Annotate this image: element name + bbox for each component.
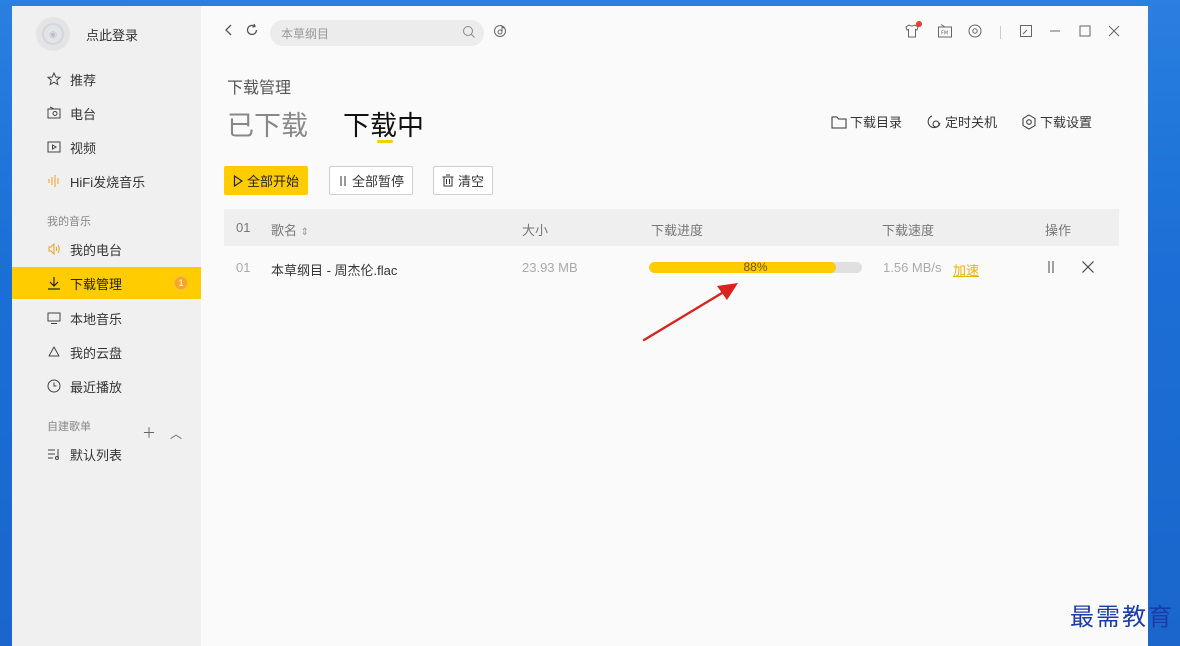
refresh-icon[interactable]: [245, 23, 259, 41]
speaker-icon: [46, 241, 62, 257]
sidebar-item-label: 推荐: [70, 72, 97, 88]
search-icon[interactable]: [462, 25, 476, 42]
start-all-label: 全部开始: [247, 174, 300, 189]
login-area[interactable]: ◉ 点此登录: [36, 16, 138, 52]
clear-button[interactable]: 清空: [433, 166, 494, 195]
radio-icon: [46, 105, 62, 121]
download-folder-label: 下载目录: [850, 115, 903, 130]
playlist-icon: [46, 446, 62, 462]
close-icon[interactable]: [1105, 22, 1123, 40]
row-size: 23.93 MB: [522, 260, 578, 275]
download-icon: [46, 275, 62, 291]
search-input[interactable]: 本草纲目: [270, 20, 484, 46]
sidebar-item-default-playlist[interactable]: 默认列表: [12, 438, 201, 470]
row-speed: 1.56 MB/s: [883, 260, 942, 275]
header-size: 大小: [522, 223, 549, 238]
folder-icon: [831, 116, 847, 128]
sidebar-item-label: 默认列表: [70, 447, 123, 463]
trash-icon: [442, 174, 454, 187]
sidebar-item-video[interactable]: 视频: [12, 131, 201, 163]
clear-label: 清空: [458, 174, 485, 189]
star-icon: [46, 71, 62, 87]
settings-icon: [1022, 113, 1036, 130]
sidebar-item-local-music[interactable]: 本地音乐: [12, 302, 201, 334]
tab-downloaded[interactable]: 已下载: [227, 104, 308, 143]
header-ops: 操作: [1045, 223, 1072, 238]
sort-icon[interactable]: ⇕: [301, 227, 309, 238]
active-tab-indicator: [377, 140, 393, 143]
mini-mode-icon[interactable]: [1017, 22, 1035, 40]
main-panel: 本草纲目 FM 下载管理 已下载 下载中 下载目录 定时关机 下载设置 全部开始…: [201, 6, 1148, 646]
section-label-my-music: 我的音乐: [47, 216, 91, 228]
watermark-text: 最需教育: [1070, 603, 1174, 631]
timed-shutdown-link[interactable]: 定时关机: [926, 112, 997, 131]
header-song-name-label: 歌名: [271, 223, 298, 238]
download-settings-link[interactable]: 下载设置: [1021, 112, 1092, 131]
row-index: 01: [236, 260, 251, 275]
video-icon: [46, 139, 62, 155]
sidebar-item-label: 电台: [70, 106, 97, 122]
section-label-playlists: 自建歌单: [47, 421, 91, 433]
header-index: 01: [236, 220, 251, 235]
sidebar-item-cloud-disk[interactable]: 我的云盘: [12, 336, 201, 368]
top-bar: 本草纲目 FM: [201, 18, 1148, 48]
sidebar-item-label: 下载管理: [70, 276, 123, 292]
tab-downloading[interactable]: 下载中: [343, 104, 424, 143]
soundwave-icon: [46, 173, 62, 189]
divider: [1000, 26, 1001, 39]
download-settings-label: 下载设置: [1040, 115, 1093, 130]
header-progress: 下载进度: [651, 223, 704, 238]
sidebar-item-recent-play[interactable]: 最近播放: [12, 370, 201, 402]
header-speed: 下载速度: [882, 223, 935, 238]
sidebar-item-label: 本地音乐: [70, 311, 123, 327]
fm-icon[interactable]: FM: [936, 22, 954, 40]
maximize-icon[interactable]: [1076, 22, 1094, 40]
download-count-badge: 1: [174, 276, 188, 290]
download-progress-bar: 88%: [649, 262, 862, 273]
notification-dot: [916, 21, 922, 27]
download-folder-link[interactable]: 下载目录: [831, 112, 902, 131]
sidebar-item-label: HiFi发烧音乐: [70, 174, 146, 190]
delete-icon[interactable]: [1081, 260, 1095, 277]
annotation-arrow: [642, 283, 738, 342]
music-recognition-icon[interactable]: [491, 22, 509, 40]
accelerate-link[interactable]: 加速: [953, 260, 979, 279]
sidebar: ◉ 点此登录 推荐 电台 视频 HiFi发烧音乐 我的音乐 我的电台 下载管理 …: [12, 6, 201, 646]
sidebar-item-label: 最近播放: [70, 379, 123, 395]
sidebar-item-radio[interactable]: 电台: [12, 97, 201, 129]
sidebar-item-hifi[interactable]: HiFi发烧音乐: [12, 165, 201, 197]
sidebar-item-download-manager[interactable]: 下载管理 1: [12, 267, 201, 299]
clock-icon: [46, 378, 62, 394]
skin-icon[interactable]: [903, 21, 922, 40]
progress-percent: 88%: [743, 262, 768, 273]
header-song-name[interactable]: 歌名 ⇕: [271, 220, 309, 239]
app-window: ◉ 点此登录 推荐 电台 视频 HiFi发烧音乐 我的音乐 我的电台 下载管理 …: [12, 6, 1148, 646]
pause-all-label: 全部暂停: [352, 174, 405, 189]
minimize-icon[interactable]: [1046, 22, 1064, 40]
start-all-button[interactable]: 全部开始: [224, 166, 309, 195]
back-icon[interactable]: [223, 23, 235, 41]
user-icon: ◉: [42, 23, 64, 45]
timer-icon: [927, 115, 941, 128]
search-placeholder: 本草纲目: [281, 26, 330, 41]
table-header: 01 歌名 ⇕ 大小 下载进度 下载速度 操作: [224, 209, 1119, 246]
page-title: 下载管理: [227, 80, 292, 97]
login-link[interactable]: 点此登录: [86, 25, 138, 44]
settings-icon[interactable]: [966, 22, 984, 40]
pause-icon: [340, 175, 346, 186]
avatar[interactable]: ◉: [36, 17, 70, 51]
pause-all-button[interactable]: 全部暂停: [329, 166, 414, 195]
sidebar-item-label: 视频: [70, 140, 97, 156]
sidebar-item-my-radio[interactable]: 我的电台: [12, 233, 201, 265]
timed-shutdown-label: 定时关机: [945, 115, 998, 130]
sidebar-item-recommend[interactable]: 推荐: [12, 63, 201, 95]
sidebar-item-label: 我的云盘: [70, 345, 123, 361]
sidebar-item-label: 我的电台: [70, 242, 123, 258]
svg-text:FM: FM: [941, 31, 948, 37]
pause-icon[interactable]: [1046, 260, 1056, 277]
play-icon: [233, 174, 243, 187]
cloud-icon: [46, 344, 62, 360]
row-song-name: 本草纲目 - 周杰伦.flac: [271, 263, 398, 278]
monitor-icon: [46, 310, 62, 326]
